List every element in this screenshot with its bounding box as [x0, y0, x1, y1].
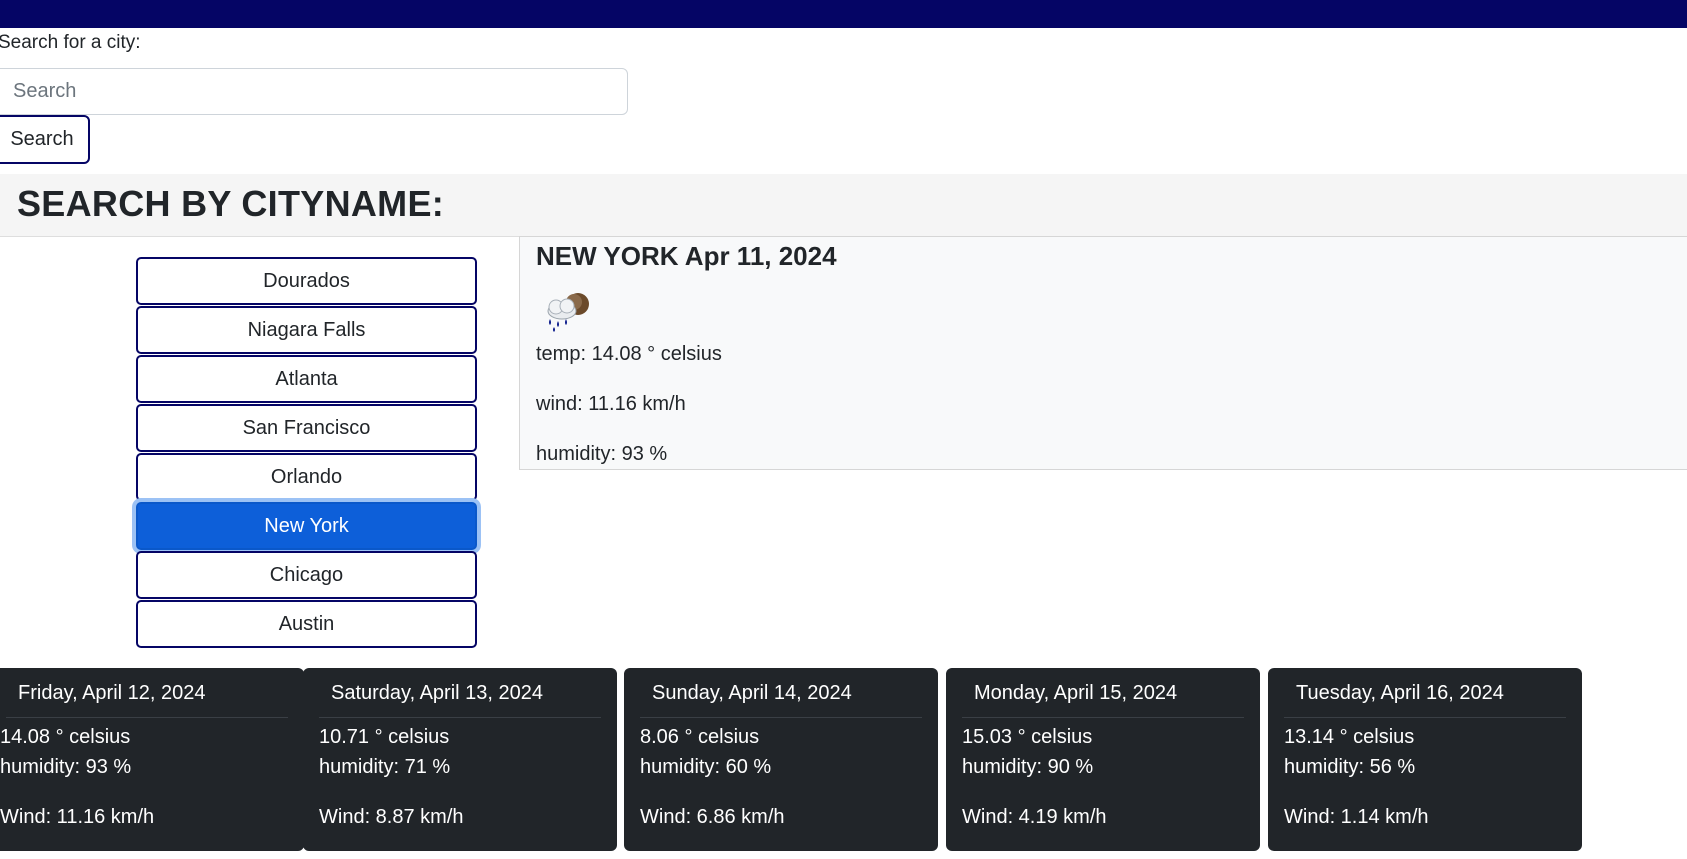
forecast-wind: Wind: 1.14 km/h	[1284, 806, 1429, 828]
city-button-orlando[interactable]: Orlando	[136, 453, 477, 501]
city-button-new-york[interactable]: New York	[136, 502, 477, 550]
forecast-humidity: humidity: 71 %	[319, 756, 451, 778]
forecast-humidity: humidity: 93 %	[0, 756, 132, 778]
forecast-divider	[640, 717, 922, 718]
search-button[interactable]: Search	[0, 115, 90, 164]
forecast-divider	[319, 717, 601, 718]
city-history-list: Dourados Niagara Falls Atlanta San Franc…	[136, 257, 477, 649]
forecast-date: Sunday, April 14, 2024	[652, 682, 852, 704]
forecast-date: Monday, April 15, 2024	[974, 682, 1178, 704]
current-temp: temp: 14.08 ° celsius	[536, 343, 722, 365]
forecast-card: Sunday, April 14, 2024 8.06 ° celsius hu…	[624, 668, 938, 851]
page-title: SEARCH BY CITYNAME:	[17, 183, 445, 224]
forecast-humidity: humidity: 60 %	[640, 756, 772, 778]
forecast-humidity: humidity: 56 %	[1284, 756, 1416, 778]
forecast-card: Saturday, April 13, 2024 10.71 ° celsius…	[303, 668, 617, 851]
city-button-dourados[interactable]: Dourados	[136, 257, 477, 305]
forecast-wind: Wind: 8.87 km/h	[319, 806, 464, 828]
forecast-divider	[962, 717, 1244, 718]
city-button-austin[interactable]: Austin	[136, 600, 477, 648]
forecast-humidity: humidity: 90 %	[962, 756, 1094, 778]
city-button-chicago[interactable]: Chicago	[136, 551, 477, 599]
forecast-wind: Wind: 11.16 km/h	[0, 806, 155, 828]
forecast-temp: 14.08 ° celsius	[0, 726, 131, 748]
forecast-wind: Wind: 4.19 km/h	[962, 806, 1107, 828]
forecast-date: Tuesday, April 16, 2024	[1296, 682, 1504, 704]
forecast-card: Monday, April 15, 2024 15.03 ° celsius h…	[946, 668, 1260, 851]
forecast-wind: Wind: 6.86 km/h	[640, 806, 785, 828]
search-input[interactable]	[0, 68, 628, 115]
current-city-title: NEW YORK Apr 11, 2024	[536, 241, 837, 271]
forecast-date: Saturday, April 13, 2024	[331, 682, 543, 704]
forecast-temp: 15.03 ° celsius	[962, 726, 1093, 748]
current-weather-card: NEW YORK Apr 11, 2024 temp: 14.08 ° cels…	[519, 236, 1687, 470]
rain-cloud-icon	[547, 293, 589, 332]
current-humidity: humidity: 93 %	[536, 443, 668, 465]
city-button-san-francisco[interactable]: San Francisco	[136, 404, 477, 452]
forecast-temp: 8.06 ° celsius	[640, 726, 760, 748]
forecast-divider	[6, 717, 288, 718]
forecast-date: Friday, April 12, 2024	[18, 682, 206, 704]
city-button-niagara-falls[interactable]: Niagara Falls	[136, 306, 477, 354]
city-button-atlanta[interactable]: Atlanta	[136, 355, 477, 403]
forecast-card: Tuesday, April 16, 2024 13.14 ° celsius …	[1268, 668, 1582, 851]
forecast-divider	[1284, 717, 1566, 718]
forecast-card: Friday, April 12, 2024 14.08 ° celsius h…	[0, 668, 304, 851]
forecast-temp: 13.14 ° celsius	[1284, 726, 1415, 748]
current-wind: wind: 11.16 km/h	[536, 393, 686, 415]
search-label: Search for a city:	[0, 32, 141, 53]
top-navbar	[0, 0, 1687, 28]
forecast-temp: 10.71 ° celsius	[319, 726, 450, 748]
